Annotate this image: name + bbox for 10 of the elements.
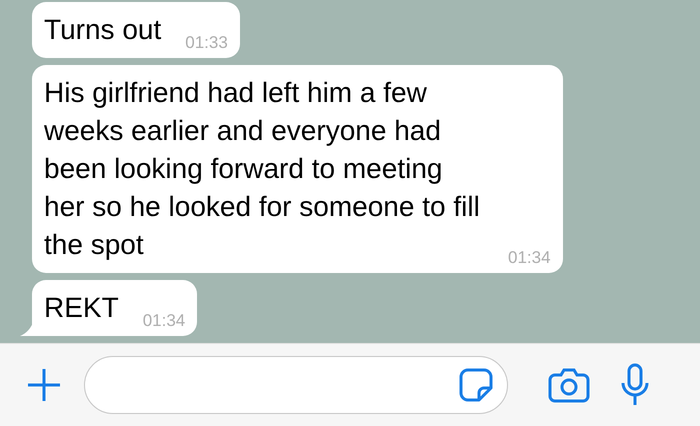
microphone-icon[interactable] [620, 363, 650, 407]
message-time: 01:34 [508, 248, 551, 268]
message-text: Turns out [44, 13, 162, 47]
camera-icon[interactable] [548, 367, 590, 403]
message-text: REKT [44, 291, 119, 325]
message-time: 01:34 [142, 311, 186, 331]
message-time: 01:33 [185, 33, 228, 53]
plus-icon[interactable] [26, 367, 62, 403]
sticker-icon[interactable] [459, 368, 493, 402]
message-text: His girlfriend had left him a few weeks earlier and everyone had been looking forward to meeting her so he looked for someone to fill the spot [44, 76, 481, 262]
